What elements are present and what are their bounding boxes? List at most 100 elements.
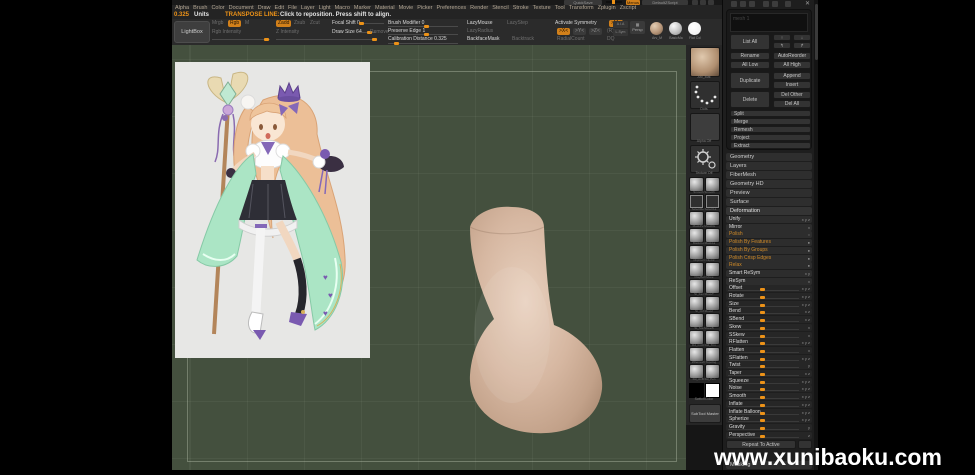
focal-shift-nub[interactable]: [359, 22, 364, 25]
lazymouse-button[interactable]: LazyMouse: [467, 20, 493, 27]
menu-alpha[interactable]: Alpha: [175, 5, 189, 12]
lazystep-label[interactable]: LazyStep: [507, 20, 528, 27]
autoreorder-button[interactable]: AutoReorder: [773, 52, 811, 60]
deform-axes[interactable]: x: [808, 332, 810, 339]
titlebar-slider-nub[interactable]: [612, 0, 615, 4]
insert-button[interactable]: Insert: [773, 81, 811, 89]
z-intensity-slider[interactable]: [276, 39, 376, 40]
panel-scrollbar[interactable]: [814, 0, 818, 470]
deform-slider-nub[interactable]: [760, 311, 765, 314]
deform-smart-resym[interactable]: Smart ReSymx y: [726, 270, 812, 277]
subtool-move-up-button[interactable]: ↰: [773, 42, 791, 49]
deform-slider-track[interactable]: [728, 414, 799, 415]
main-color-swatch[interactable]: [689, 383, 704, 398]
menu-brush[interactable]: Brush: [193, 5, 207, 12]
deform-slider-sflatten[interactable]: SFlattenx y z: [726, 355, 812, 362]
panel-icon-5[interactable]: [772, 1, 778, 7]
deform-slider-track[interactable]: [728, 306, 799, 307]
deform-slider-track[interactable]: [728, 383, 799, 384]
deform-axes[interactable]: x y z: [802, 393, 810, 400]
duplicate-button[interactable]: Duplicate: [730, 72, 770, 89]
deform-mirror[interactable]: Mirrorx: [726, 224, 812, 231]
deform-slider-track[interactable]: [728, 375, 799, 376]
del-all-button[interactable]: Del All: [773, 100, 811, 108]
menu-edit[interactable]: Edit: [275, 5, 284, 12]
split-button[interactable]: Split: [730, 110, 811, 117]
deform-axes[interactable]: x y z: [802, 409, 810, 416]
delete-button[interactable]: Delete: [730, 91, 770, 108]
document-canvas[interactable]: ♥ ♥ ♥: [172, 45, 686, 470]
deform-slider-nub[interactable]: [760, 404, 765, 407]
deform-polish[interactable]: Polish○: [726, 231, 812, 238]
deform-slider-rotate[interactable]: Rotatex y z: [726, 293, 812, 300]
menu-tool[interactable]: Tool: [555, 5, 565, 12]
secondary-color-swatch[interactable]: [705, 383, 720, 398]
deform-slider-track[interactable]: [728, 321, 799, 322]
deform-polish-by-features[interactable]: Polish By Features●: [726, 239, 812, 246]
deform-slider-bend[interactable]: Bendx z: [726, 308, 812, 315]
rgb-intensity-nub[interactable]: [264, 38, 269, 41]
subtool-master-button[interactable]: SubTool Master: [689, 404, 721, 423]
brush-modifier-slider[interactable]: [388, 26, 458, 27]
calibration-distance-slider[interactable]: [388, 43, 458, 44]
deform-slider-track[interactable]: [728, 367, 799, 368]
deform-slider-nub[interactable]: [760, 373, 765, 376]
deform-slider-inflate-balloon[interactable]: Inflate Balloonx y z: [726, 409, 812, 416]
m-button[interactable]: M: [245, 20, 249, 27]
subtool-down-button[interactable]: ↓: [793, 34, 811, 41]
lsym-button[interactable]: L.Sym: [613, 29, 628, 36]
deform-slider-track[interactable]: [728, 421, 799, 422]
menu-picker[interactable]: Picker: [417, 5, 432, 12]
deform-slider-taper[interactable]: Taperx z: [726, 370, 812, 377]
deform-unify[interactable]: Unifyx y z: [726, 216, 812, 223]
deform-slider-squeeze[interactable]: Squeezex y z: [726, 378, 812, 385]
menu-movie[interactable]: Movie: [399, 5, 414, 12]
remesh-button[interactable]: Remesh: [730, 126, 811, 133]
deform-slider-track[interactable]: [728, 429, 799, 430]
sculpt-mesh[interactable]: [450, 175, 622, 437]
section-surface[interactable]: Surface: [726, 198, 812, 206]
deform-axes[interactable]: x y z: [802, 285, 810, 292]
deform-slider-offset[interactable]: Offsetx y z: [726, 285, 812, 292]
remove-label[interactable]: Remove: [370, 29, 389, 36]
deform-axes[interactable]: x y: [805, 270, 810, 277]
deform-slider-smooth[interactable]: Smoothx y z: [726, 393, 812, 400]
deform-slider-sbend[interactable]: SBendx z: [726, 316, 812, 323]
zadd-button[interactable]: Zadd: [276, 20, 291, 27]
rgb-button[interactable]: Rgb: [228, 20, 241, 27]
deform-slider-nub[interactable]: [760, 342, 765, 345]
deform-slider-nub[interactable]: [760, 427, 765, 430]
deform-axes[interactable]: x y z: [802, 216, 810, 223]
deform-slider-nub[interactable]: [760, 412, 765, 415]
extract-button[interactable]: Extract: [730, 142, 811, 149]
panel-icon-3[interactable]: [749, 1, 755, 7]
deform-axes[interactable]: y: [808, 362, 810, 369]
deform-slider-track[interactable]: [728, 360, 799, 361]
list-all-button[interactable]: List All: [730, 34, 770, 50]
deform-axes[interactable]: x z: [805, 316, 810, 323]
radial-count-label[interactable]: RadialCount: [557, 36, 585, 43]
deform-axes[interactable]: x y z: [802, 339, 810, 346]
menu-document[interactable]: Document: [229, 5, 254, 12]
deform-relax[interactable]: Relax●: [726, 262, 812, 269]
deform-axes[interactable]: ○: [808, 231, 810, 238]
merge-button[interactable]: Merge: [730, 118, 811, 125]
deform-slider-nub[interactable]: [760, 358, 765, 361]
deform-slider-nub[interactable]: [760, 365, 765, 368]
material-swatch-basic[interactable]: [669, 22, 682, 35]
deform-slider-nub[interactable]: [760, 388, 765, 391]
deform-axes[interactable]: x y z: [802, 301, 810, 308]
backfacemask-button[interactable]: BackfaceMask: [467, 36, 500, 43]
deform-axes[interactable]: x y z: [802, 401, 810, 408]
switch-color-label[interactable]: SwitchColor: [686, 397, 722, 401]
focal-shift-slider[interactable]: [358, 23, 384, 24]
deform-slider-skew[interactable]: Skewx: [726, 324, 812, 331]
menu-zplugin[interactable]: Zplugin: [598, 5, 616, 12]
deform-slider-track[interactable]: [728, 298, 799, 299]
aia-button[interactable]: A.I.A: [613, 21, 628, 28]
titlebar-slider[interactable]: [606, 1, 622, 3]
menu-stencil[interactable]: Stencil: [492, 5, 509, 12]
panel-scrollbar-thumb[interactable]: [815, 4, 818, 60]
deform-slider-nub[interactable]: [760, 327, 765, 330]
deform-slider-nub[interactable]: [760, 350, 765, 353]
